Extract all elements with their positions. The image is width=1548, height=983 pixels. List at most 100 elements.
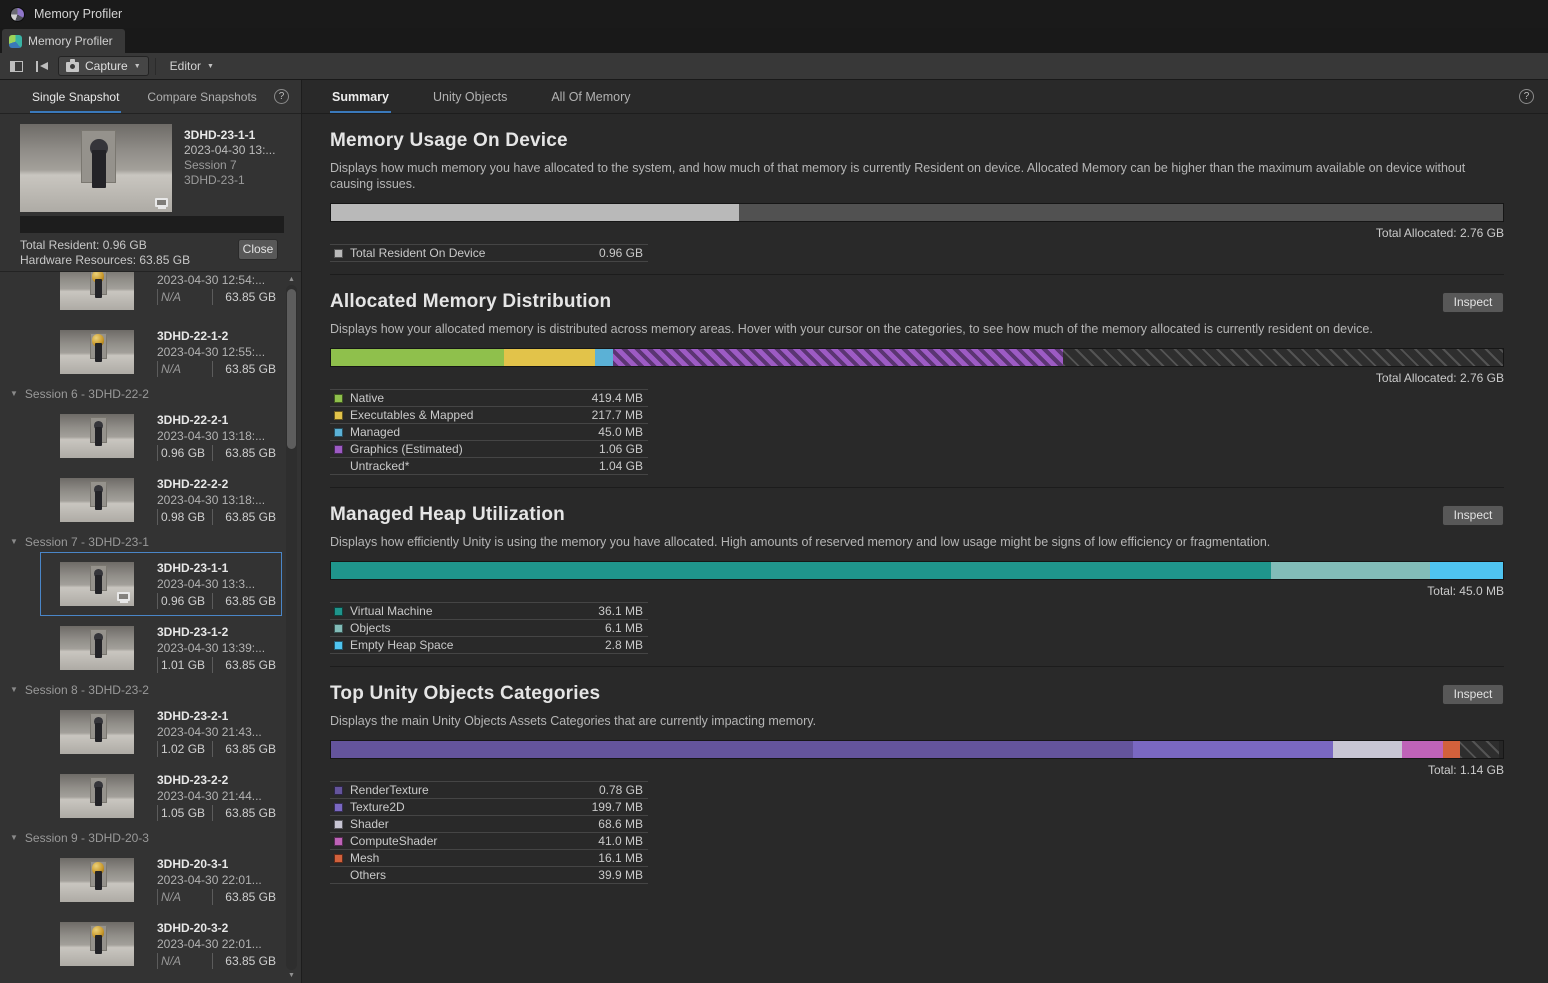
legend-value: 0.96 GB — [599, 246, 643, 260]
legend-row-graphics-estimated[interactable]: Graphics (Estimated) 1.06 GB — [330, 441, 648, 458]
snapshot-hardware-value: 63.85 GB — [212, 657, 276, 673]
bar-segment-managed[interactable] — [595, 349, 614, 366]
legend-table: Virtual Machine 36.1 MB Objects 6.1 MB E… — [330, 602, 648, 654]
snapshot-item[interactable]: 3DHD-22-1-2 2023-04-30 12:55:... N/A 63.… — [40, 320, 282, 384]
main-tab-bar: Summary Unity Objects All Of Memory ? — [302, 80, 1548, 114]
dock-tab-memory-profiler[interactable]: Memory Profiler — [2, 29, 125, 53]
legend-row-texture2d[interactable]: Texture2D 199.7 MB — [330, 799, 648, 816]
bar-segment-rendertexture[interactable] — [331, 741, 1133, 758]
bar-segment-native[interactable] — [331, 349, 504, 366]
bar-segment-texture2d[interactable] — [1133, 741, 1333, 758]
inspect-button[interactable]: Inspect — [1442, 684, 1504, 705]
panel-layout-icon — [10, 61, 23, 72]
bar-segment-untracked[interactable] — [1063, 349, 1503, 366]
foldout-arrow-icon[interactable]: ▼ — [10, 390, 18, 398]
legend-swatch — [334, 624, 343, 633]
bar-segment-graphics-estimated[interactable] — [613, 349, 1063, 366]
snapshot-hardware-value: 63.85 GB — [212, 361, 276, 377]
snapshot-item[interactable]: 3DHD-23-1-2 2023-04-30 13:39:... 1.01 GB… — [40, 616, 282, 680]
session-header[interactable]: ▼ Session 8 - 3DHD-23-2 — [0, 680, 301, 700]
bar-segment-virtual-machine[interactable] — [331, 562, 1271, 579]
scroll-down-arrow-icon[interactable]: ▼ — [288, 970, 295, 981]
legend-row-computeshader[interactable]: ComputeShader 41.0 MB — [330, 833, 648, 850]
foldout-arrow-icon[interactable]: ▼ — [10, 834, 18, 842]
legend-value: 1.06 GB — [599, 442, 643, 456]
main-help-icon[interactable]: ? — [1519, 89, 1534, 104]
summary-sections: Memory Usage On Device Displays how much… — [302, 114, 1548, 983]
scrollbar-track[interactable] — [286, 285, 297, 970]
snapshot-date: 2023-04-30 21:43... — [157, 724, 276, 740]
snapshot-item[interactable]: 3DHD-22-2-1 2023-04-30 13:18:... 0.96 GB… — [40, 404, 282, 468]
inspect-button[interactable]: Inspect — [1442, 292, 1504, 313]
legend-row-shader[interactable]: Shader 68.6 MB — [330, 816, 648, 833]
session-header[interactable]: ▼ Session 6 - 3DHD-22-2 — [0, 384, 301, 404]
toggle-details-panel-button[interactable] — [4, 56, 28, 77]
legend-row-virtual-machine[interactable]: Virtual Machine 36.1 MB — [330, 603, 648, 620]
capture-source-screen-icon — [117, 592, 130, 601]
legend-row-others[interactable]: Others 39.9 MB — [330, 867, 648, 884]
import-snapshot-button[interactable] — [31, 56, 55, 77]
sidebar-scrollbar[interactable]: ▲ ▼ — [285, 274, 298, 981]
sidebar-help-icon[interactable]: ? — [274, 89, 289, 104]
legend-row-rendertexture[interactable]: RenderTexture 0.78 GB — [330, 782, 648, 799]
snapshot-preview-image — [20, 124, 172, 212]
session-header[interactable]: ▼ Session 7 - 3DHD-23-1 — [0, 532, 301, 552]
inspect-button[interactable]: Inspect — [1442, 505, 1504, 526]
legend-row-managed[interactable]: Managed 45.0 MB — [330, 424, 648, 441]
bar-segment-objects[interactable] — [1271, 562, 1430, 579]
legend-row-executables-mapped[interactable]: Executables & Mapped 217.7 MB — [330, 407, 648, 424]
snapshot-item[interactable]: 3DHD-23-2-1 2023-04-30 21:43... 1.02 GB … — [40, 700, 282, 764]
snapshot-resident-value: 1.02 GB — [157, 741, 212, 757]
foldout-arrow-icon[interactable]: ▼ — [10, 686, 18, 694]
legend-label: RenderTexture — [350, 783, 429, 797]
memory-profiler-window: Memory Profiler Memory Profiler Capture … — [0, 0, 1548, 983]
bar-segment-others[interactable] — [1460, 741, 1500, 758]
snapshot-item-selected[interactable]: 3DHD-23-1-1 2023-04-30 13:3... 0.96 GB 6… — [40, 552, 282, 616]
bar-segment-executables-mapped[interactable] — [504, 349, 594, 366]
tab-all-of-memory[interactable]: All Of Memory — [549, 80, 632, 113]
scrollbar-thumb[interactable] — [287, 289, 296, 449]
legend-row-native[interactable]: Native 419.4 MB — [330, 390, 648, 407]
snapshot-item[interactable]: 2023-04-30 12:54:... N/A 63.85 GB — [40, 272, 282, 320]
snapshot-item[interactable]: 3DHD-20-3-2 2023-04-30 22:01... N/A 63.8… — [40, 912, 282, 976]
allocated-memory-bar — [330, 348, 1504, 367]
bar-segment-resident[interactable] — [331, 204, 739, 221]
legend-value: 419.4 MB — [592, 391, 643, 405]
editor-target-dropdown[interactable]: Editor ▼ — [162, 56, 222, 76]
legend-label: Executables & Mapped — [350, 408, 473, 422]
bar-segment-allocated-remainder[interactable] — [739, 204, 1503, 221]
snapshot-name: 3DHD-20-3-1 — [157, 856, 276, 872]
capture-dropdown-caret-icon[interactable]: ▼ — [134, 63, 141, 70]
snapshot-thumbnail — [60, 562, 134, 606]
close-button[interactable]: Close — [238, 239, 278, 260]
legend-value: 199.7 MB — [592, 800, 643, 814]
legend-row-mesh[interactable]: Mesh 16.1 MB — [330, 850, 648, 867]
toolbar: Capture ▼ Editor ▼ — [0, 53, 1548, 80]
tab-single-snapshot[interactable]: Single Snapshot — [30, 80, 121, 113]
session-header[interactable]: ▼ Session 9 - 3DHD-20-3 — [0, 828, 301, 848]
legend-row-untracked[interactable]: Untracked* 1.04 GB — [330, 458, 648, 475]
snapshot-item[interactable]: 3DHD-22-2-2 2023-04-30 13:18:... 0.98 GB… — [40, 468, 282, 532]
tab-summary[interactable]: Summary — [330, 80, 391, 113]
tab-unity-objects[interactable]: Unity Objects — [431, 80, 509, 113]
bar-segment-empty-heap-space[interactable] — [1430, 562, 1503, 579]
bar-segment-computeshader[interactable] — [1402, 741, 1443, 758]
snapshot-item[interactable]: 3DHD-23-2-2 2023-04-30 21:44... 1.05 GB … — [40, 764, 282, 828]
tab-compare-snapshots[interactable]: Compare Snapshots — [145, 80, 258, 113]
bar-segment-shader[interactable] — [1333, 741, 1402, 758]
legend-value: 36.1 MB — [598, 604, 643, 618]
snapshot-thumbnail — [60, 414, 134, 458]
capture-button[interactable]: Capture ▼ — [58, 56, 149, 76]
legend-row-objects[interactable]: Objects 6.1 MB — [330, 620, 648, 637]
foldout-arrow-icon[interactable]: ▼ — [10, 538, 18, 546]
bar-segment-mesh[interactable] — [1443, 741, 1459, 758]
legend-row-total-resident[interactable]: Total Resident On Device 0.96 GB — [330, 245, 648, 262]
snapshot-meta: 3DHD-22-2-2 2023-04-30 13:18:... 0.98 GB… — [157, 476, 276, 525]
legend-row-empty-heap-space[interactable]: Empty Heap Space 2.8 MB — [330, 637, 648, 654]
legend-swatch — [334, 394, 343, 403]
snapshot-name: 3DHD-22-2-2 — [157, 476, 276, 492]
snapshot-item[interactable]: 3DHD-20-3-1 2023-04-30 22:01... N/A 63.8… — [40, 848, 282, 912]
legend-swatch-empty — [334, 871, 343, 880]
snapshot-name: 3DHD-23-1-2 — [157, 624, 276, 640]
scroll-up-arrow-icon[interactable]: ▲ — [288, 274, 295, 285]
